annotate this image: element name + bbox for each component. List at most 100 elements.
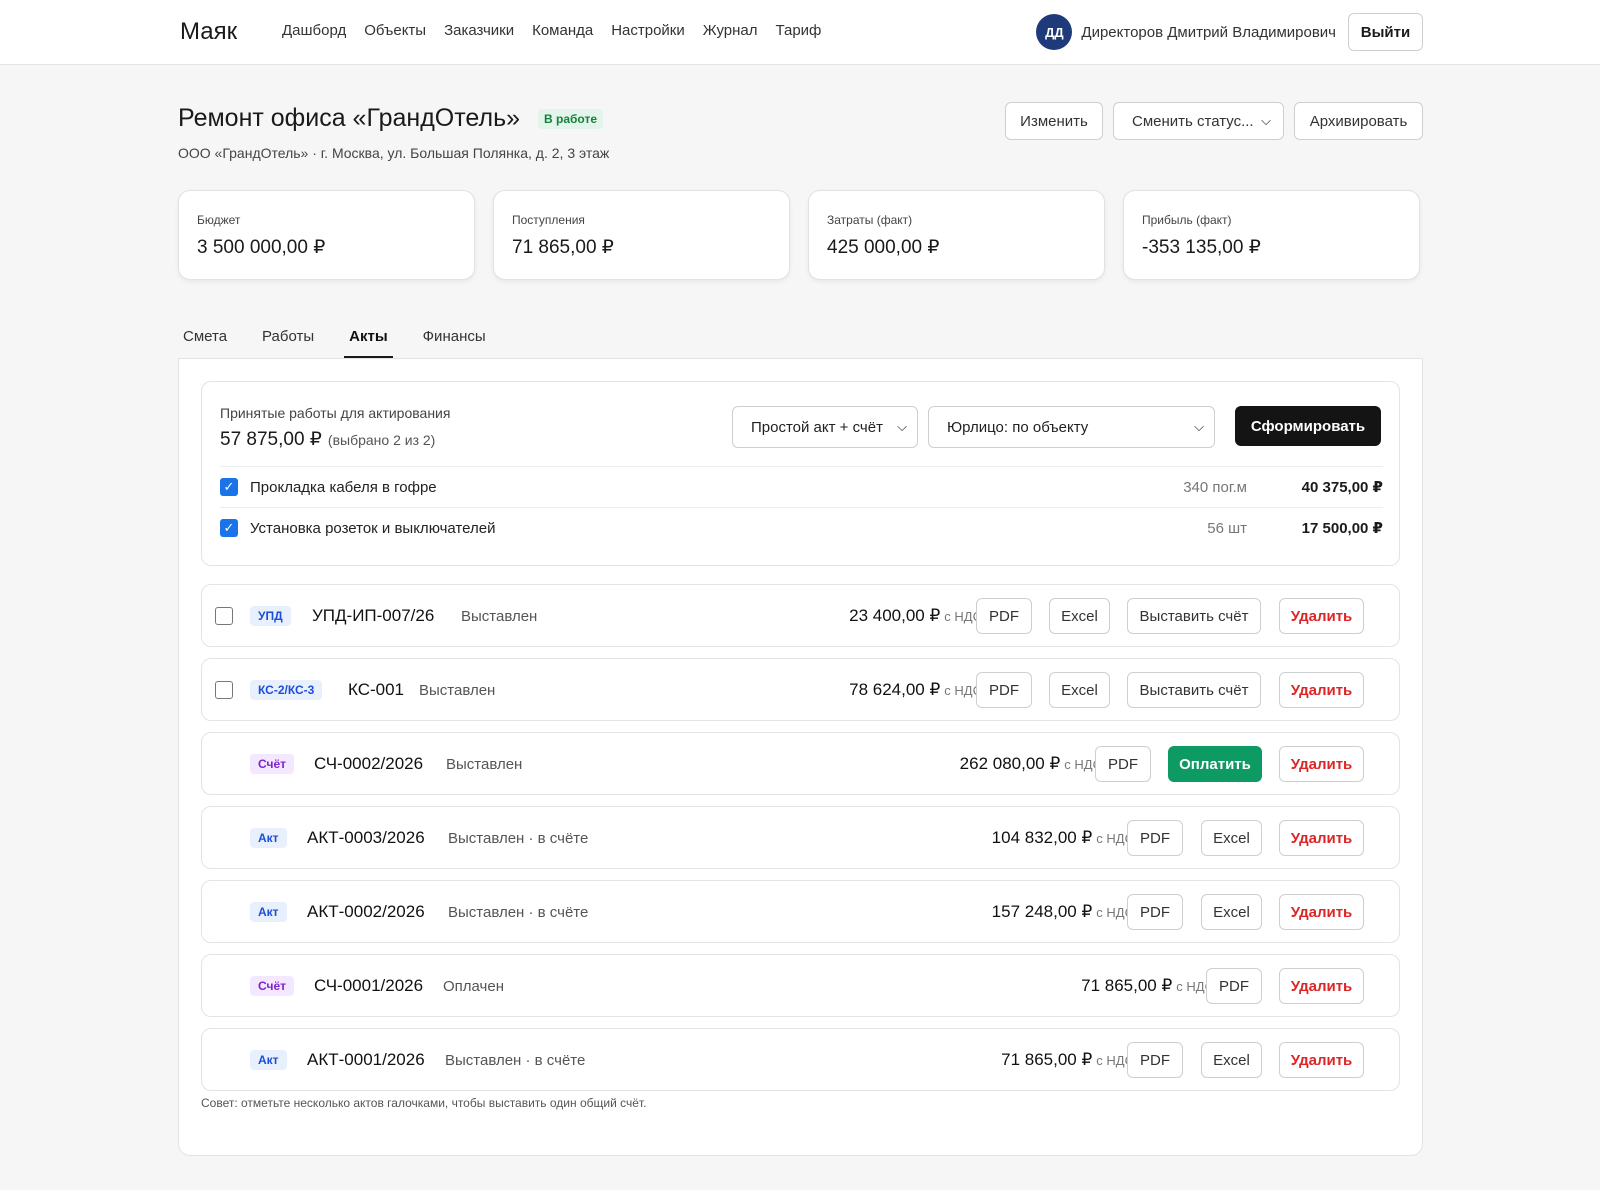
doc-amount: 157 248,00 ₽ с НДС xyxy=(992,902,1134,922)
nav-dashboard[interactable]: Дашборд xyxy=(282,22,346,39)
delete-button[interactable]: Удалить xyxy=(1279,1042,1364,1078)
doc-type-tag: Счёт xyxy=(250,754,295,774)
doc-type-tag: Акт xyxy=(250,828,287,848)
pdf-button[interactable]: PDF xyxy=(1206,968,1262,1004)
project-subtitle: ООО «ГрандОтель» · г. Москва, ул. Больша… xyxy=(178,145,610,161)
document-row: Счёт СЧ-0001/2026 Оплачен 71 865,00 ₽ с Н… xyxy=(201,954,1400,1017)
entity-value: Юрлицо: по объекту xyxy=(947,418,1089,436)
checkbox[interactable] xyxy=(215,681,233,699)
document-row: КС-2/КС-3 КС-001 Выставлен 78 624,00 ₽ с … xyxy=(201,658,1400,721)
stat-card-income: Поступления 71 865,00 ₽ xyxy=(493,190,790,280)
page-title: Ремонт офиса «ГрандОтель» xyxy=(178,104,521,132)
list-item: ✓ Установка розеток и выключателей 56 шт… xyxy=(220,507,1383,548)
doc-number[interactable]: СЧ-0002/2026 xyxy=(314,754,423,774)
doc-amount-value: 78 624,00 ₽ xyxy=(849,680,941,699)
excel-button[interactable]: Excel xyxy=(1049,598,1110,634)
checkbox[interactable] xyxy=(215,607,233,625)
excel-button[interactable]: Excel xyxy=(1201,1042,1262,1078)
checkbox-checked[interactable]: ✓ xyxy=(220,478,238,496)
nav-journal[interactable]: Журнал xyxy=(703,22,758,39)
pdf-button[interactable]: PDF xyxy=(1127,820,1183,856)
work-qty: 340 пог.м xyxy=(1183,478,1247,496)
tab-finance[interactable]: Финансы xyxy=(418,318,491,358)
archive-button[interactable]: Архивировать xyxy=(1294,102,1423,140)
delete-button[interactable]: Удалить xyxy=(1279,598,1364,634)
accepted-works-sum: 57 875,00 ₽ (выбрано 2 из 2) xyxy=(220,428,435,451)
pdf-button[interactable]: PDF xyxy=(1127,1042,1183,1078)
delete-button[interactable]: Удалить xyxy=(1279,820,1364,856)
pay-button[interactable]: Оплатить xyxy=(1168,746,1262,782)
checkbox-checked[interactable]: ✓ xyxy=(220,519,238,537)
document-row: Счёт СЧ-0002/2026 Выставлен 262 080,00 ₽… xyxy=(201,732,1400,795)
invoice-button[interactable]: Выставить счёт xyxy=(1127,598,1261,634)
tab-estimate[interactable]: Смета xyxy=(178,318,232,358)
doc-amount-value: 104 832,00 ₽ xyxy=(991,828,1093,847)
work-amount: 17 500,00 ₽ xyxy=(1301,520,1383,537)
doc-number[interactable]: УПД-ИП-007/26 xyxy=(312,606,434,626)
accepted-selected-count: (выбрано 2 из 2) xyxy=(327,432,436,448)
invoice-button[interactable]: Выставить счёт xyxy=(1127,672,1261,708)
chevron-down-icon: ⌵ xyxy=(1194,419,1204,434)
delete-button[interactable]: Удалить xyxy=(1279,746,1364,782)
entity-select[interactable]: Юрлицо: по объекту ⌵ xyxy=(928,406,1215,448)
excel-button[interactable]: Excel xyxy=(1201,894,1262,930)
delete-button[interactable]: Удалить xyxy=(1279,968,1364,1004)
doc-type-value: Простой акт + счёт xyxy=(751,418,883,436)
status-badge: В работе xyxy=(538,108,604,129)
nav-settings[interactable]: Настройки xyxy=(611,22,685,39)
list-item: ✓ Прокладка кабеля в гофре 340 пог.м 40 … xyxy=(220,466,1383,507)
doc-status: Выставлен · в счёте xyxy=(448,904,589,921)
doc-amount-value: 23 400,00 ₽ xyxy=(849,606,941,625)
doc-amount: 71 865,00 ₽ с НДС xyxy=(1001,1050,1134,1070)
accepted-works-label: Принятые работы для актирования xyxy=(220,405,451,421)
doc-amount-value: 157 248,00 ₽ xyxy=(991,902,1093,921)
stat-label: Прибыль (факт) xyxy=(1142,213,1232,227)
stat-value: 425 000,00 ₽ xyxy=(827,237,940,258)
nav-tariff[interactable]: Тариф xyxy=(776,22,822,39)
excel-button[interactable]: Excel xyxy=(1049,672,1110,708)
doc-status: Выставлен xyxy=(461,608,538,625)
doc-number[interactable]: АКТ-0003/2026 xyxy=(307,828,425,848)
tab-acts[interactable]: Акты xyxy=(344,318,393,358)
pdf-button[interactable]: PDF xyxy=(1095,746,1151,782)
pdf-button[interactable]: PDF xyxy=(976,672,1032,708)
nav-customers[interactable]: Заказчики xyxy=(444,22,514,39)
doc-type-select[interactable]: Простой акт + счёт ⌵ xyxy=(732,406,918,448)
delete-button[interactable]: Удалить xyxy=(1279,672,1364,708)
doc-amount: 78 624,00 ₽ с НДС xyxy=(849,680,982,700)
user-name: Директоров Дмитрий Владимирович xyxy=(1081,23,1336,41)
excel-button[interactable]: Excel xyxy=(1201,820,1262,856)
work-name: Прокладка кабеля в гофре xyxy=(250,478,437,496)
stat-label: Поступления xyxy=(512,213,585,227)
logout-button[interactable]: Выйти xyxy=(1348,13,1423,51)
doc-number[interactable]: АКТ-0002/2026 xyxy=(307,902,425,922)
work-amount: 40 375,00 ₽ xyxy=(1301,479,1383,496)
change-status-select[interactable]: Сменить статус... ⌵ xyxy=(1113,102,1284,140)
delete-button[interactable]: Удалить xyxy=(1279,894,1364,930)
generate-button[interactable]: Сформировать xyxy=(1235,406,1381,446)
doc-amount: 104 832,00 ₽ с НДС xyxy=(992,828,1134,848)
pdf-button[interactable]: PDF xyxy=(976,598,1032,634)
user-menu: ДД Директоров Дмитрий Владимирович xyxy=(1036,14,1336,50)
stat-value: 71 865,00 ₽ xyxy=(512,237,614,258)
project-header: Ремонт офиса «ГрандОтель» В работе xyxy=(178,104,604,133)
tab-works[interactable]: Работы xyxy=(257,318,319,358)
doc-number[interactable]: СЧ-0001/2026 xyxy=(314,976,423,996)
doc-status: Оплачен xyxy=(443,978,504,995)
stat-value: -353 135,00 ₽ xyxy=(1142,237,1261,258)
change-status-label: Сменить статус... xyxy=(1132,112,1254,130)
doc-number[interactable]: АКТ-0001/2026 xyxy=(307,1050,425,1070)
doc-status: Выставлен xyxy=(419,682,496,699)
doc-amount: 23 400,00 ₽ с НДС xyxy=(849,606,982,626)
stat-label: Бюджет xyxy=(197,213,241,227)
doc-type-tag: Счёт xyxy=(250,976,295,996)
edit-button[interactable]: Изменить xyxy=(1005,102,1103,140)
brand-logo[interactable]: Маяк xyxy=(180,18,237,46)
doc-amount: 262 080,00 ₽ с НДС xyxy=(960,754,1102,774)
doc-number[interactable]: КС-001 xyxy=(348,680,404,700)
nav-team[interactable]: Команда xyxy=(532,22,593,39)
document-row: УПД УПД-ИП-007/26 Выставлен 23 400,00 ₽ с… xyxy=(201,584,1400,647)
doc-amount-value: 71 865,00 ₽ xyxy=(1081,976,1173,995)
pdf-button[interactable]: PDF xyxy=(1127,894,1183,930)
nav-objects[interactable]: Объекты xyxy=(364,22,426,39)
